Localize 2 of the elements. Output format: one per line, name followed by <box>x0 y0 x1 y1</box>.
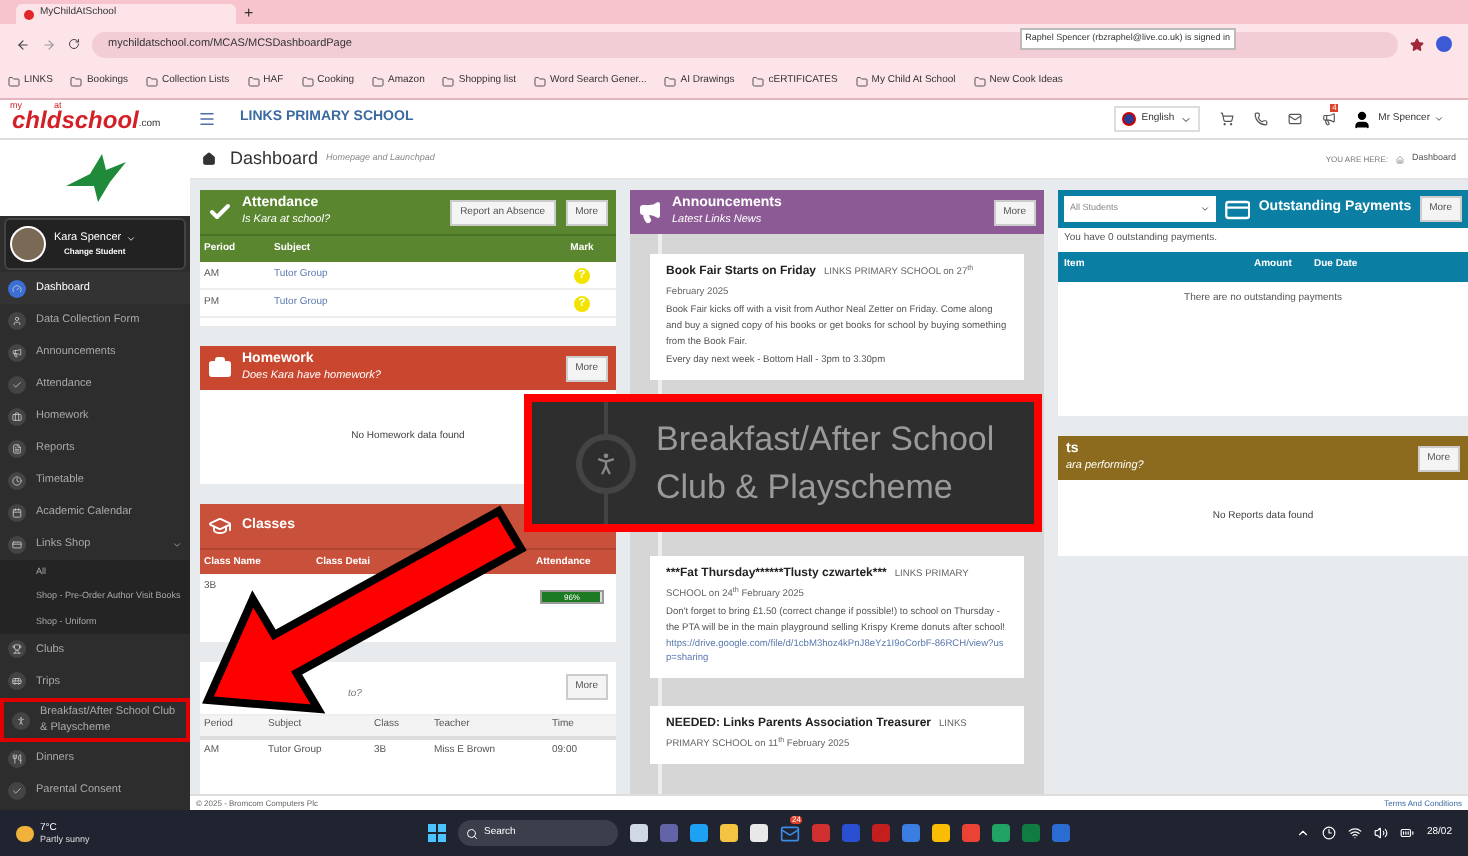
page-title: Dashboard <box>230 145 319 172</box>
callout-text: Breakfast/After School Club & Playscheme <box>656 417 997 509</box>
